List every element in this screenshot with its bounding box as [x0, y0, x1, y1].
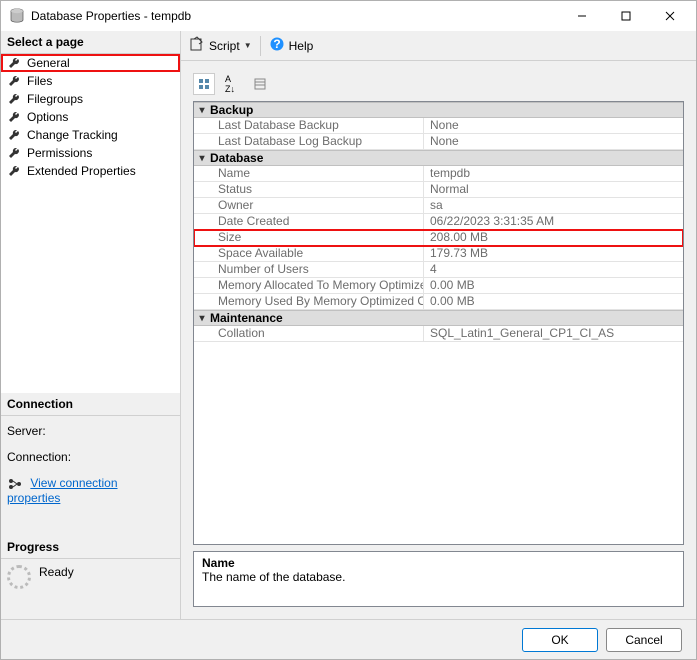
close-button[interactable] — [648, 2, 692, 30]
titlebar: Database Properties - tempdb — [1, 1, 696, 31]
connection-label: Connection: — [7, 444, 174, 470]
script-icon — [189, 36, 205, 55]
help-icon: ? — [269, 36, 285, 55]
wrench-icon — [7, 56, 21, 70]
alphabetical-view-button[interactable]: AZ↓ — [219, 73, 241, 95]
wrench-icon — [7, 128, 21, 142]
prop-last-log-backup[interactable]: Last Database Log BackupNone — [194, 134, 683, 150]
page-item-change-tracking[interactable]: Change Tracking — [1, 126, 180, 144]
page-item-files[interactable]: Files — [1, 72, 180, 90]
select-page-header: Select a page — [1, 31, 180, 54]
progress-status: Ready — [39, 565, 74, 579]
toolbar: Script ▼ ? Help — [181, 31, 696, 61]
script-button[interactable]: Script — [209, 39, 240, 53]
wrench-icon — [7, 110, 21, 124]
page-label: Options — [27, 110, 68, 124]
wrench-icon — [7, 74, 21, 88]
server-label: Server: — [7, 418, 174, 444]
ok-button[interactable]: OK — [522, 628, 598, 652]
chevron-down-icon: ▾ — [194, 313, 210, 324]
wrench-icon — [7, 146, 21, 160]
progress-spinner-icon — [7, 565, 31, 589]
prop-size[interactable]: Size208.00 MB — [194, 230, 683, 246]
prop-memory-allocated[interactable]: Memory Allocated To Memory Optimized Obj… — [194, 278, 683, 294]
category-backup[interactable]: ▾Backup — [194, 102, 683, 118]
window-title: Database Properties - tempdb — [31, 9, 560, 23]
page-label: Filegroups — [27, 92, 83, 106]
description-box: Name The name of the database. — [193, 551, 684, 607]
page-item-permissions[interactable]: Permissions — [1, 144, 180, 162]
page-label: Permissions — [27, 146, 92, 160]
property-grid-toolbar: AZ↓ — [193, 73, 684, 95]
database-icon — [9, 8, 25, 24]
prop-collation[interactable]: CollationSQL_Latin1_General_CP1_CI_AS — [194, 326, 683, 342]
maximize-button[interactable] — [604, 2, 648, 30]
page-label: General — [27, 56, 70, 70]
prop-date-created[interactable]: Date Created06/22/2023 3:31:35 AM — [194, 214, 683, 230]
page-label: Extended Properties — [27, 164, 136, 178]
connection-icon — [7, 477, 27, 491]
properties-icon[interactable] — [249, 73, 271, 95]
wrench-icon — [7, 164, 21, 178]
page-label: Files — [27, 74, 52, 88]
page-item-extended-properties[interactable]: Extended Properties — [1, 162, 180, 180]
wrench-icon — [7, 92, 21, 106]
chevron-down-icon: ▾ — [194, 153, 210, 164]
help-button[interactable]: Help — [289, 39, 314, 53]
prop-memory-used[interactable]: Memory Used By Memory Optimized Objects0… — [194, 294, 683, 310]
progress-header: Progress — [1, 536, 180, 559]
prop-status[interactable]: StatusNormal — [194, 182, 683, 198]
prop-owner[interactable]: Ownersa — [194, 198, 683, 214]
right-pane: Script ▼ ? Help AZ↓ ▾Backup Last Databas… — [181, 31, 696, 619]
svg-text:?: ? — [273, 37, 280, 51]
property-grid[interactable]: ▾Backup Last Database BackupNone Last Da… — [193, 101, 684, 545]
page-label: Change Tracking — [27, 128, 118, 142]
page-list: General Files Filegroups Options Change … — [1, 54, 180, 393]
page-item-general[interactable]: General — [1, 54, 180, 72]
cancel-button[interactable]: Cancel — [606, 628, 682, 652]
prop-space-available[interactable]: Space Available179.73 MB — [194, 246, 683, 262]
description-text: The name of the database. — [202, 570, 675, 584]
category-database[interactable]: ▾Database — [194, 150, 683, 166]
script-dropdown-icon[interactable]: ▼ — [244, 41, 252, 50]
category-maintenance[interactable]: ▾Maintenance — [194, 310, 683, 326]
page-item-filegroups[interactable]: Filegroups — [1, 90, 180, 108]
prop-number-of-users[interactable]: Number of Users4 — [194, 262, 683, 278]
description-title: Name — [202, 556, 675, 570]
chevron-down-icon: ▾ — [194, 105, 210, 116]
page-item-options[interactable]: Options — [1, 108, 180, 126]
connection-header: Connection — [1, 393, 180, 416]
minimize-button[interactable] — [560, 2, 604, 30]
left-pane: Select a page General Files Filegroups O… — [1, 31, 181, 619]
dialog-buttons: OK Cancel — [1, 619, 696, 659]
prop-name[interactable]: Nametempdb — [194, 166, 683, 182]
prop-last-db-backup[interactable]: Last Database BackupNone — [194, 118, 683, 134]
categorized-view-button[interactable] — [193, 73, 215, 95]
